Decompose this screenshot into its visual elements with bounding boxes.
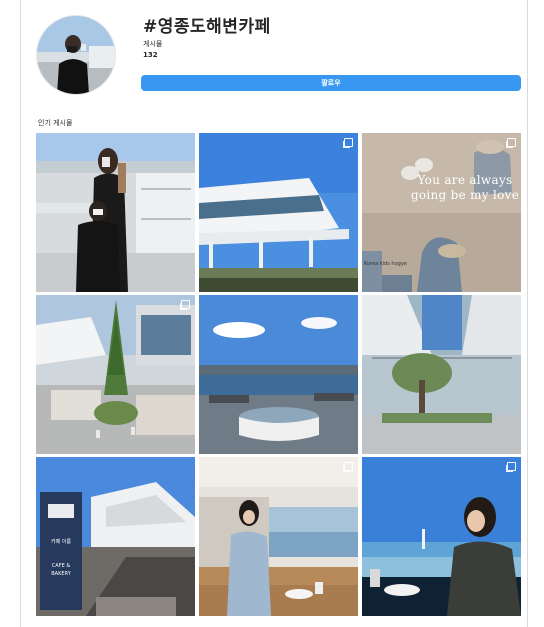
post-image [199, 295, 358, 454]
post-tile-9[interactable] [362, 457, 521, 616]
post-tile-6[interactable] [362, 295, 521, 454]
multiple-photos-icon [507, 138, 516, 147]
post-caption-text: Korea kids hogye [364, 261, 407, 267]
sign-subtext: CAFE & BAKERY [51, 563, 71, 577]
follow-button[interactable]: 팔로우 [141, 75, 521, 91]
post-image [199, 457, 358, 616]
post-tile-7[interactable]: 카페 이름 CAFE & BAKERY [36, 457, 195, 616]
multiple-photos-icon [344, 138, 353, 147]
post-tile-3[interactable]: You are always going be my love Korea ki… [362, 133, 521, 292]
post-image [362, 295, 521, 454]
hashtag-avatar[interactable] [36, 15, 116, 95]
posts-label: 게시물 [143, 40, 163, 48]
multiple-photos-icon [507, 462, 516, 471]
post-image [362, 457, 521, 616]
multiple-photos-icon [344, 462, 353, 471]
sign-text: 카페 이름 [51, 539, 71, 545]
avatar-photo [37, 16, 115, 94]
post-image [362, 133, 521, 292]
post-image [199, 133, 358, 292]
post-tile-1[interactable] [36, 133, 195, 292]
post-image [36, 457, 195, 616]
post-tile-4[interactable] [36, 295, 195, 454]
top-posts-label: 인기 게시물 [38, 119, 73, 127]
post-tile-2[interactable] [199, 133, 358, 292]
post-image [36, 295, 195, 454]
post-tile-8[interactable] [199, 457, 358, 616]
post-image [36, 133, 195, 292]
post-tile-5[interactable] [199, 295, 358, 454]
posts-count: 132 [143, 51, 158, 59]
post-grid: You are always going be my love Korea ki… [36, 133, 521, 616]
multiple-photos-icon [181, 300, 190, 309]
post-overlay-text: You are always going be my love [410, 173, 520, 202]
hashtag-title: #영종도해변카페 [143, 17, 271, 37]
